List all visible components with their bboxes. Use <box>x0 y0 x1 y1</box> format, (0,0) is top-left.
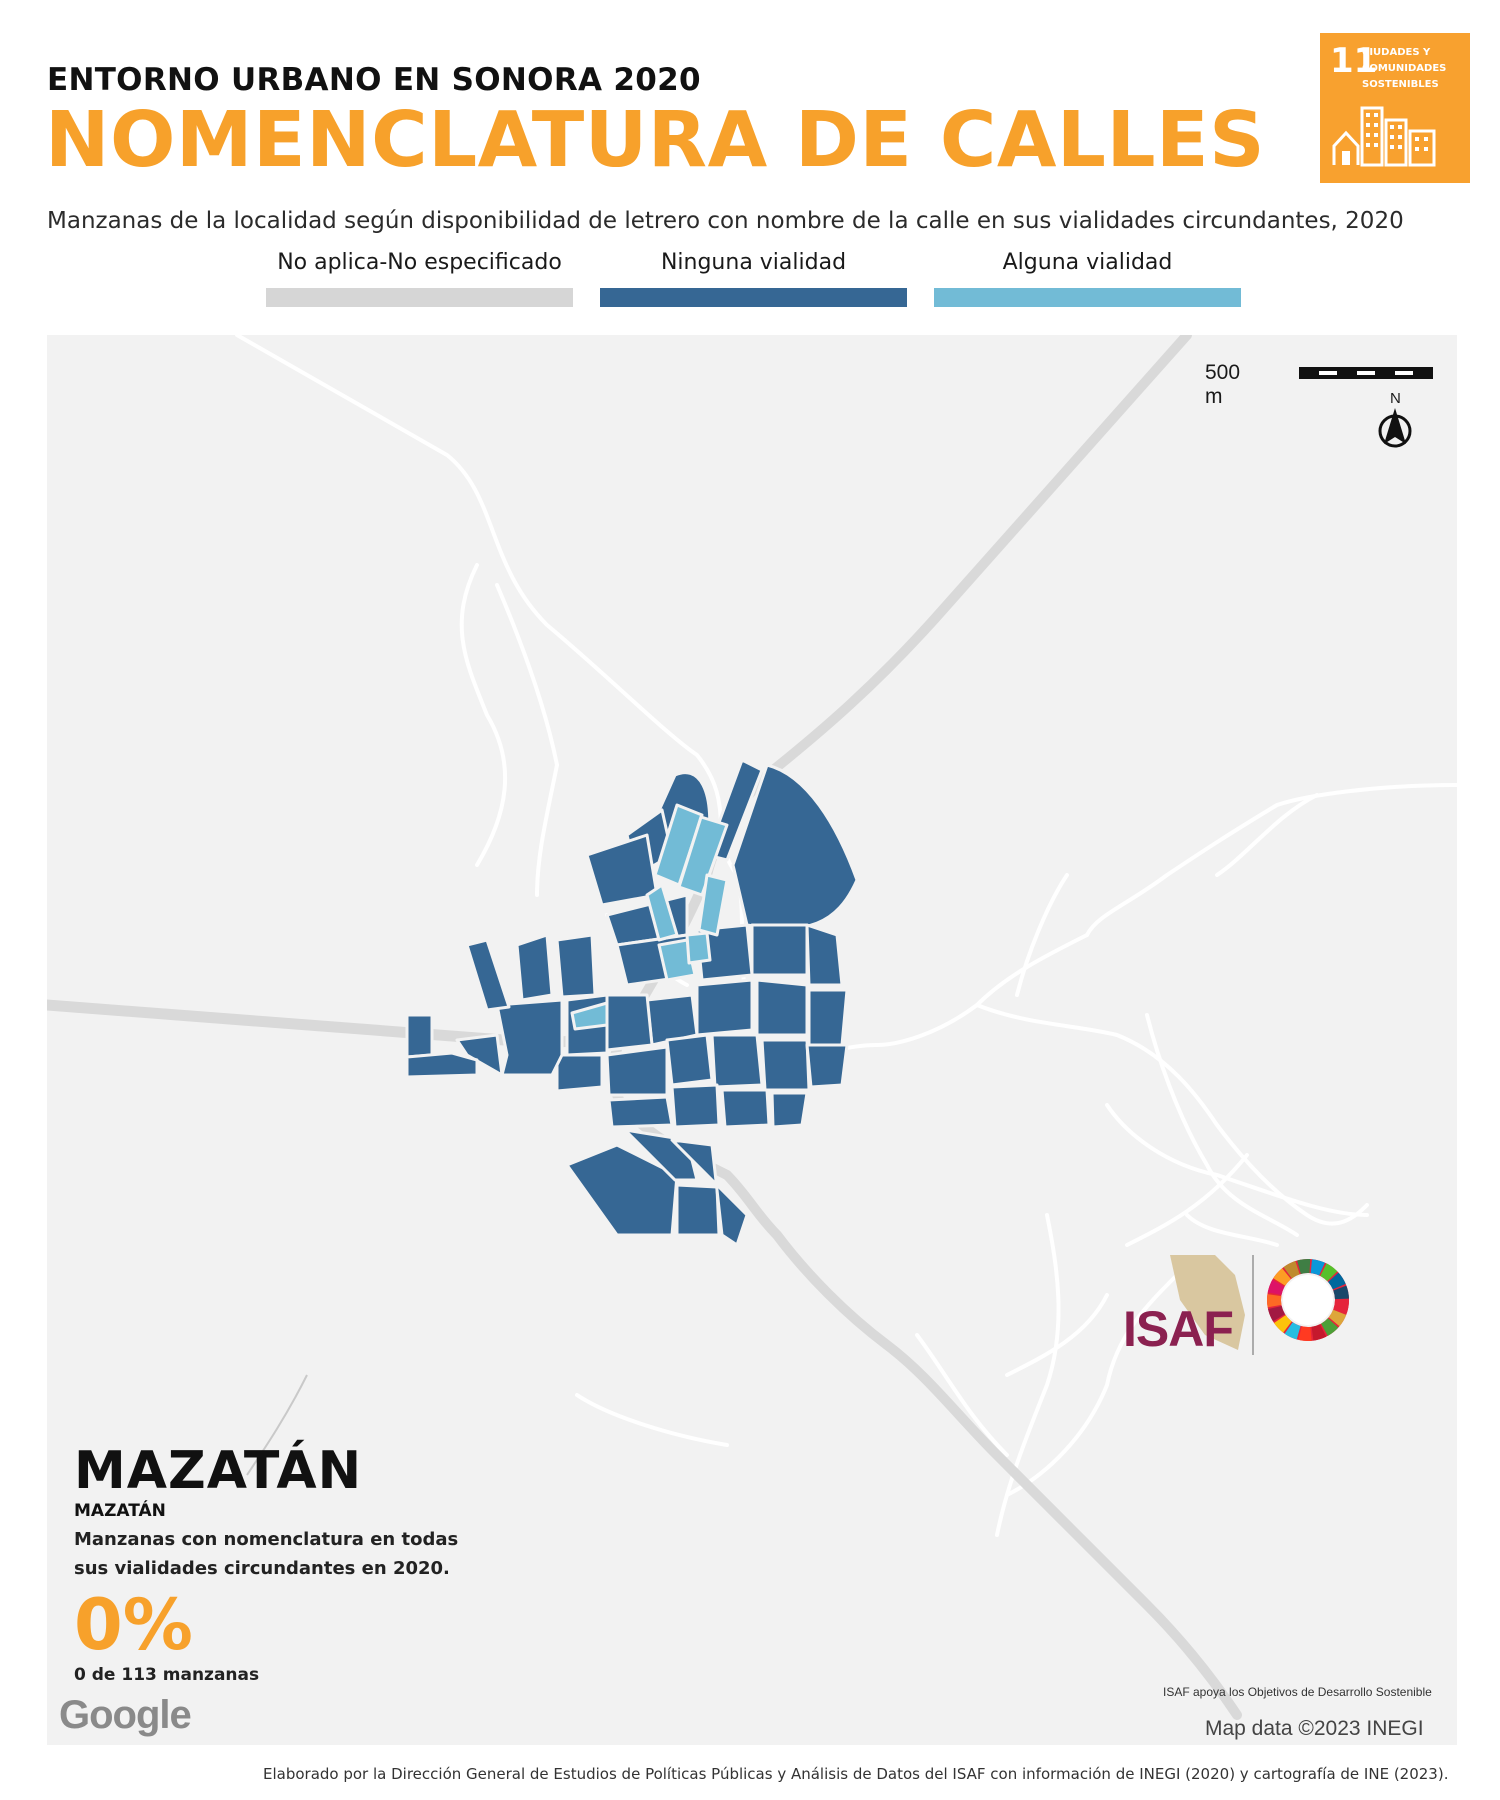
city-block <box>665 1033 714 1087</box>
city-block <box>755 978 809 1037</box>
city-buildings-icon <box>1332 106 1436 167</box>
city-block <box>605 1045 669 1097</box>
municipality-name: MAZATÁN <box>74 1501 166 1521</box>
city-block <box>515 933 554 1002</box>
isaf-logo-block: ISAF <box>1110 1255 1380 1365</box>
city-block <box>555 933 597 999</box>
google-logo[interactable]: Google <box>59 1693 192 1738</box>
city-block <box>720 1088 771 1129</box>
summary-count: 0 de 113 manzanas <box>74 1665 260 1685</box>
city-block <box>405 1051 479 1079</box>
city-block <box>465 938 511 1012</box>
scale-label: 500 m <box>1205 361 1241 408</box>
city-block <box>605 993 654 1052</box>
map-attribution[interactable]: Map data ©2023 INEGI <box>1205 1717 1424 1741</box>
city-block <box>805 1043 849 1089</box>
legend-swatch-alguna <box>934 288 1241 307</box>
city-block <box>760 1038 811 1092</box>
north-label: N <box>1390 390 1401 407</box>
urban-blocks <box>405 758 859 1247</box>
city-block <box>807 988 849 1047</box>
report-kicker: ENTORNO URBANO EN SONORA 2020 <box>47 62 701 98</box>
summary-description: Manzanas con nomenclatura en todas sus v… <box>74 1529 459 1579</box>
legend-label-alguna: Alguna vialidad <box>1002 250 1173 275</box>
sdg-wheel-icon <box>1267 1259 1349 1341</box>
locality-name: MAZATÁN <box>74 1441 363 1501</box>
scale-ruler-icon <box>1299 367 1433 379</box>
city-block <box>555 1053 604 1093</box>
city-block-alguna <box>685 931 712 965</box>
city-block <box>750 923 809 977</box>
north-arrow: N <box>1378 390 1422 450</box>
map-subtitle: Manzanas de la localidad según disponibi… <box>47 208 1404 234</box>
sdg-11-badge: 11 CIUDADES Y COMUNIDADES SOSTENIBLES <box>1320 33 1470 183</box>
isaf-note: ISAF apoya los Objetivos de Desarrollo S… <box>1163 1685 1432 1699</box>
legend-label-ninguna: Ninguna vialidad <box>660 250 847 275</box>
city-block <box>695 978 754 1037</box>
city-block <box>495 998 564 1077</box>
city-block <box>805 923 844 987</box>
city-block <box>675 1183 721 1237</box>
city-block <box>607 1095 674 1129</box>
summary-percent: 0% <box>74 1584 193 1666</box>
summary-card: MAZATÁN MAZATÁN Manzanas con nomenclatur… <box>74 1441 494 1685</box>
city-block <box>770 1091 809 1129</box>
legend-swatch-no-aplica <box>266 288 573 307</box>
isaf-logo: ISAF <box>1123 1301 1234 1357</box>
footer-source: Elaborado por la Dirección General de Es… <box>263 1765 1449 1783</box>
map-panel[interactable]: 500 m N MAZATÁN MAZATÁN Manzanas con nom… <box>47 335 1457 1745</box>
north-arrow-icon <box>1378 408 1412 448</box>
legend-label-no-aplica: No aplica-No especificado <box>277 250 562 275</box>
page-title: NOMENCLATURA DE CALLES <box>45 96 1266 185</box>
city-block <box>670 1083 721 1129</box>
legend-swatch-ninguna <box>600 288 907 307</box>
city-block <box>405 1013 434 1059</box>
city-block <box>710 1033 764 1089</box>
